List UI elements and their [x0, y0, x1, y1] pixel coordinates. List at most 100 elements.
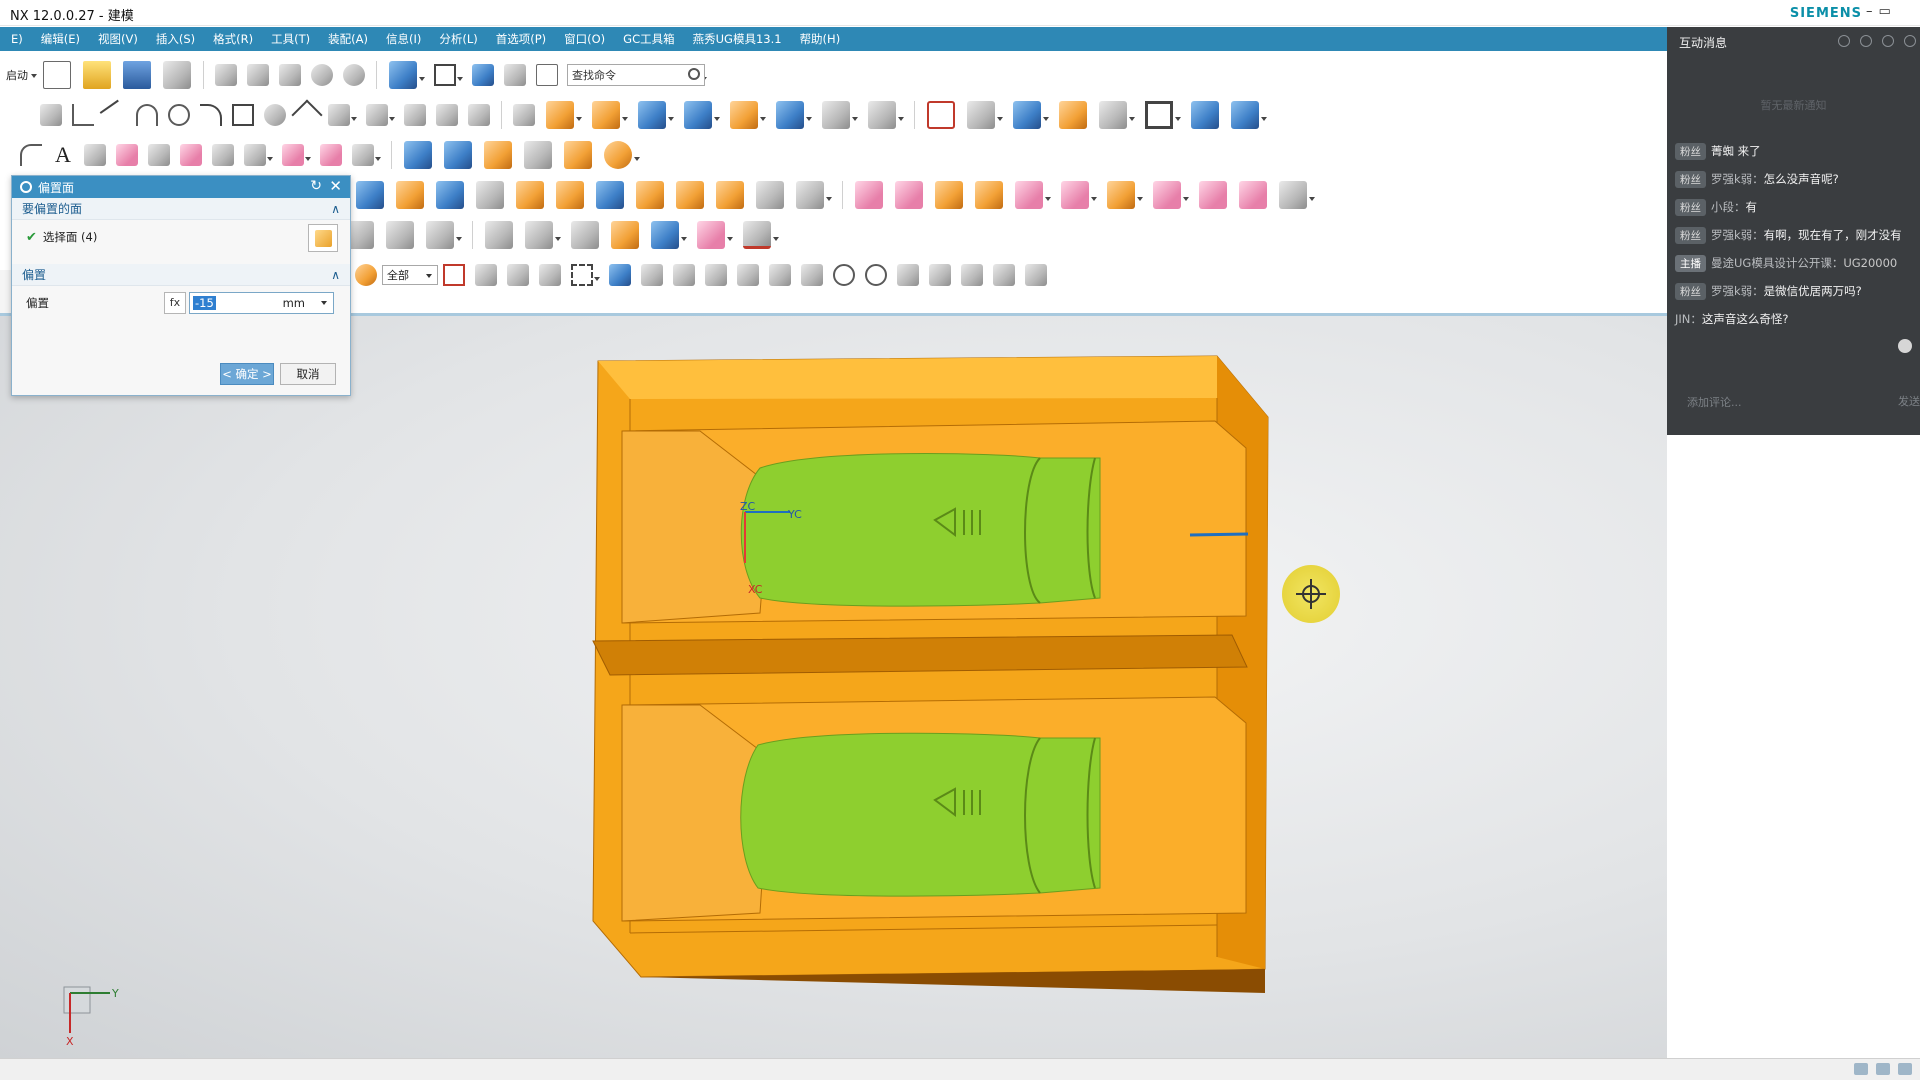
- user-name[interactable]: 曼途UG模具设计公开课：: [1711, 255, 1843, 271]
- split-body-icon[interactable]: [524, 141, 552, 169]
- menu-item[interactable]: 视图(V): [89, 31, 147, 47]
- face-selector-button[interactable]: [308, 224, 338, 252]
- copy-icon[interactable]: [247, 64, 269, 86]
- datum-csys-icon[interactable]: [352, 144, 374, 166]
- make-coplanar-icon[interactable]: [1015, 181, 1043, 209]
- offset-face-icon[interactable]: [516, 181, 544, 209]
- chevron-down-icon[interactable]: [1183, 197, 1189, 201]
- fit-view-icon[interactable]: [927, 101, 955, 129]
- chevron-down-icon[interactable]: [1175, 117, 1181, 121]
- edge-blend-icon[interactable]: [436, 181, 464, 209]
- undo-icon[interactable]: [311, 64, 333, 86]
- switch-window-icon[interactable]: [472, 64, 494, 86]
- print-icon[interactable]: [163, 61, 191, 89]
- user-name[interactable]: JIN：: [1675, 311, 1702, 327]
- user-name[interactable]: 罗强k弱：: [1711, 171, 1764, 187]
- collapse-icon[interactable]: ∧: [331, 202, 340, 216]
- move-face-icon[interactable]: [636, 181, 664, 209]
- point-icon[interactable]: [291, 99, 323, 131]
- project-curve-icon[interactable]: [84, 144, 106, 166]
- linear-dimension-icon[interactable]: [1199, 181, 1227, 209]
- graphics-window[interactable]: ZC YC XC Y X: [0, 313, 1667, 1058]
- dialog-title-bar[interactable]: 偏置面 ↻ ✕: [12, 176, 350, 198]
- make-symmetric-icon[interactable]: [1153, 181, 1181, 209]
- restore-button[interactable]: ▭: [1879, 4, 1891, 22]
- datum-axis-icon[interactable]: [320, 144, 342, 166]
- touch-mode-icon[interactable]: [389, 61, 417, 89]
- bounded-plane-icon[interactable]: [868, 101, 896, 129]
- through-curves-icon[interactable]: [776, 101, 804, 129]
- window-icon[interactable]: [434, 64, 456, 86]
- chevron-down-icon[interactable]: [1091, 197, 1097, 201]
- chevron-down-icon[interactable]: [351, 117, 357, 121]
- angular-dimension-icon[interactable]: [1239, 181, 1267, 209]
- block-icon[interactable]: [1898, 339, 1912, 353]
- chevron-down-icon[interactable]: [852, 117, 858, 121]
- redo-icon[interactable]: [343, 64, 365, 86]
- chevron-down-icon[interactable]: [456, 237, 462, 241]
- part-bottom[interactable]: [740, 732, 1101, 897]
- select-body-icon[interactable]: [539, 264, 561, 286]
- offset-value-input[interactable]: -15 mm: [189, 292, 334, 314]
- minimize-button[interactable]: –: [1866, 4, 1873, 22]
- wave-geometry-icon[interactable]: [604, 141, 632, 169]
- user-name[interactable]: 罗强k弱：: [1711, 227, 1764, 243]
- palette-icon[interactable]: [355, 264, 377, 286]
- user-name[interactable]: 小段：: [1711, 199, 1746, 215]
- menu-item[interactable]: 装配(A): [319, 31, 377, 47]
- copy-face-icon[interactable]: [895, 181, 923, 209]
- chevron-down-icon[interactable]: [1137, 197, 1143, 201]
- face-blend-icon[interactable]: [476, 181, 504, 209]
- make-tangent-icon[interactable]: [1107, 181, 1135, 209]
- replace-face-icon[interactable]: [756, 181, 784, 209]
- snap-end-icon[interactable]: [641, 264, 663, 286]
- snap-intersect-icon[interactable]: [737, 264, 759, 286]
- chevron-down-icon[interactable]: [594, 277, 600, 281]
- section-view-icon[interactable]: [1099, 101, 1127, 129]
- select-solid-icon[interactable]: [609, 264, 631, 286]
- menu-item[interactable]: 帮助(H): [791, 31, 850, 47]
- command-search-input[interactable]: 查找命令: [567, 64, 705, 86]
- trim-body-icon[interactable]: [484, 141, 512, 169]
- ok-button[interactable]: < 确定 >: [220, 363, 274, 385]
- wrench-icon[interactable]: [571, 221, 599, 249]
- chevron-down-icon[interactable]: [826, 197, 832, 201]
- block-icon[interactable]: [730, 101, 758, 129]
- chevron-down-icon[interactable]: [681, 237, 687, 241]
- chevron-down-icon[interactable]: [1261, 117, 1267, 121]
- polygon-icon[interactable]: [264, 104, 286, 126]
- boss-icon[interactable]: [684, 101, 712, 129]
- type-filter-select[interactable]: 全部: [382, 265, 438, 285]
- chamfer-icon[interactable]: [396, 181, 424, 209]
- cut-face-icon[interactable]: [935, 181, 963, 209]
- snap-quadrant-icon[interactable]: [801, 264, 823, 286]
- search-icon[interactable]: [688, 68, 700, 80]
- chevron-down-icon[interactable]: [457, 77, 463, 81]
- send-button[interactable]: 发送: [1898, 393, 1920, 409]
- sweep-icon[interactable]: [822, 101, 850, 129]
- table-icon[interactable]: [485, 221, 513, 249]
- mirror-curve-icon[interactable]: [468, 104, 490, 126]
- circle-icon[interactable]: [168, 104, 190, 126]
- offset-curve-icon[interactable]: [328, 104, 350, 126]
- hole-icon[interactable]: [638, 101, 666, 129]
- move-object-icon[interactable]: [1191, 101, 1219, 129]
- rectangle-select-icon[interactable]: [571, 264, 593, 286]
- sketch-grid-icon[interactable]: [40, 104, 62, 126]
- start-menu-button[interactable]: 启动: [6, 67, 37, 83]
- paste-face-icon[interactable]: [975, 181, 1003, 209]
- snap-curve-icon[interactable]: [929, 264, 951, 286]
- subtract-icon[interactable]: [444, 141, 472, 169]
- part-top[interactable]: [740, 453, 1101, 607]
- chevron-down-icon[interactable]: [375, 157, 381, 161]
- user-name[interactable]: 罗强k弱：: [1711, 283, 1764, 299]
- chevron-down-icon[interactable]: [1309, 197, 1315, 201]
- chevron-down-icon[interactable]: [321, 301, 327, 305]
- select-curve-icon[interactable]: [507, 264, 529, 286]
- tool-icon[interactable]: [611, 221, 639, 249]
- chevron-down-icon[interactable]: [389, 117, 395, 121]
- measure-distance-icon[interactable]: [386, 221, 414, 249]
- corner-icon[interactable]: [436, 104, 458, 126]
- snap-center-icon[interactable]: [769, 264, 791, 286]
- arrow-tool-icon[interactable]: [651, 221, 679, 249]
